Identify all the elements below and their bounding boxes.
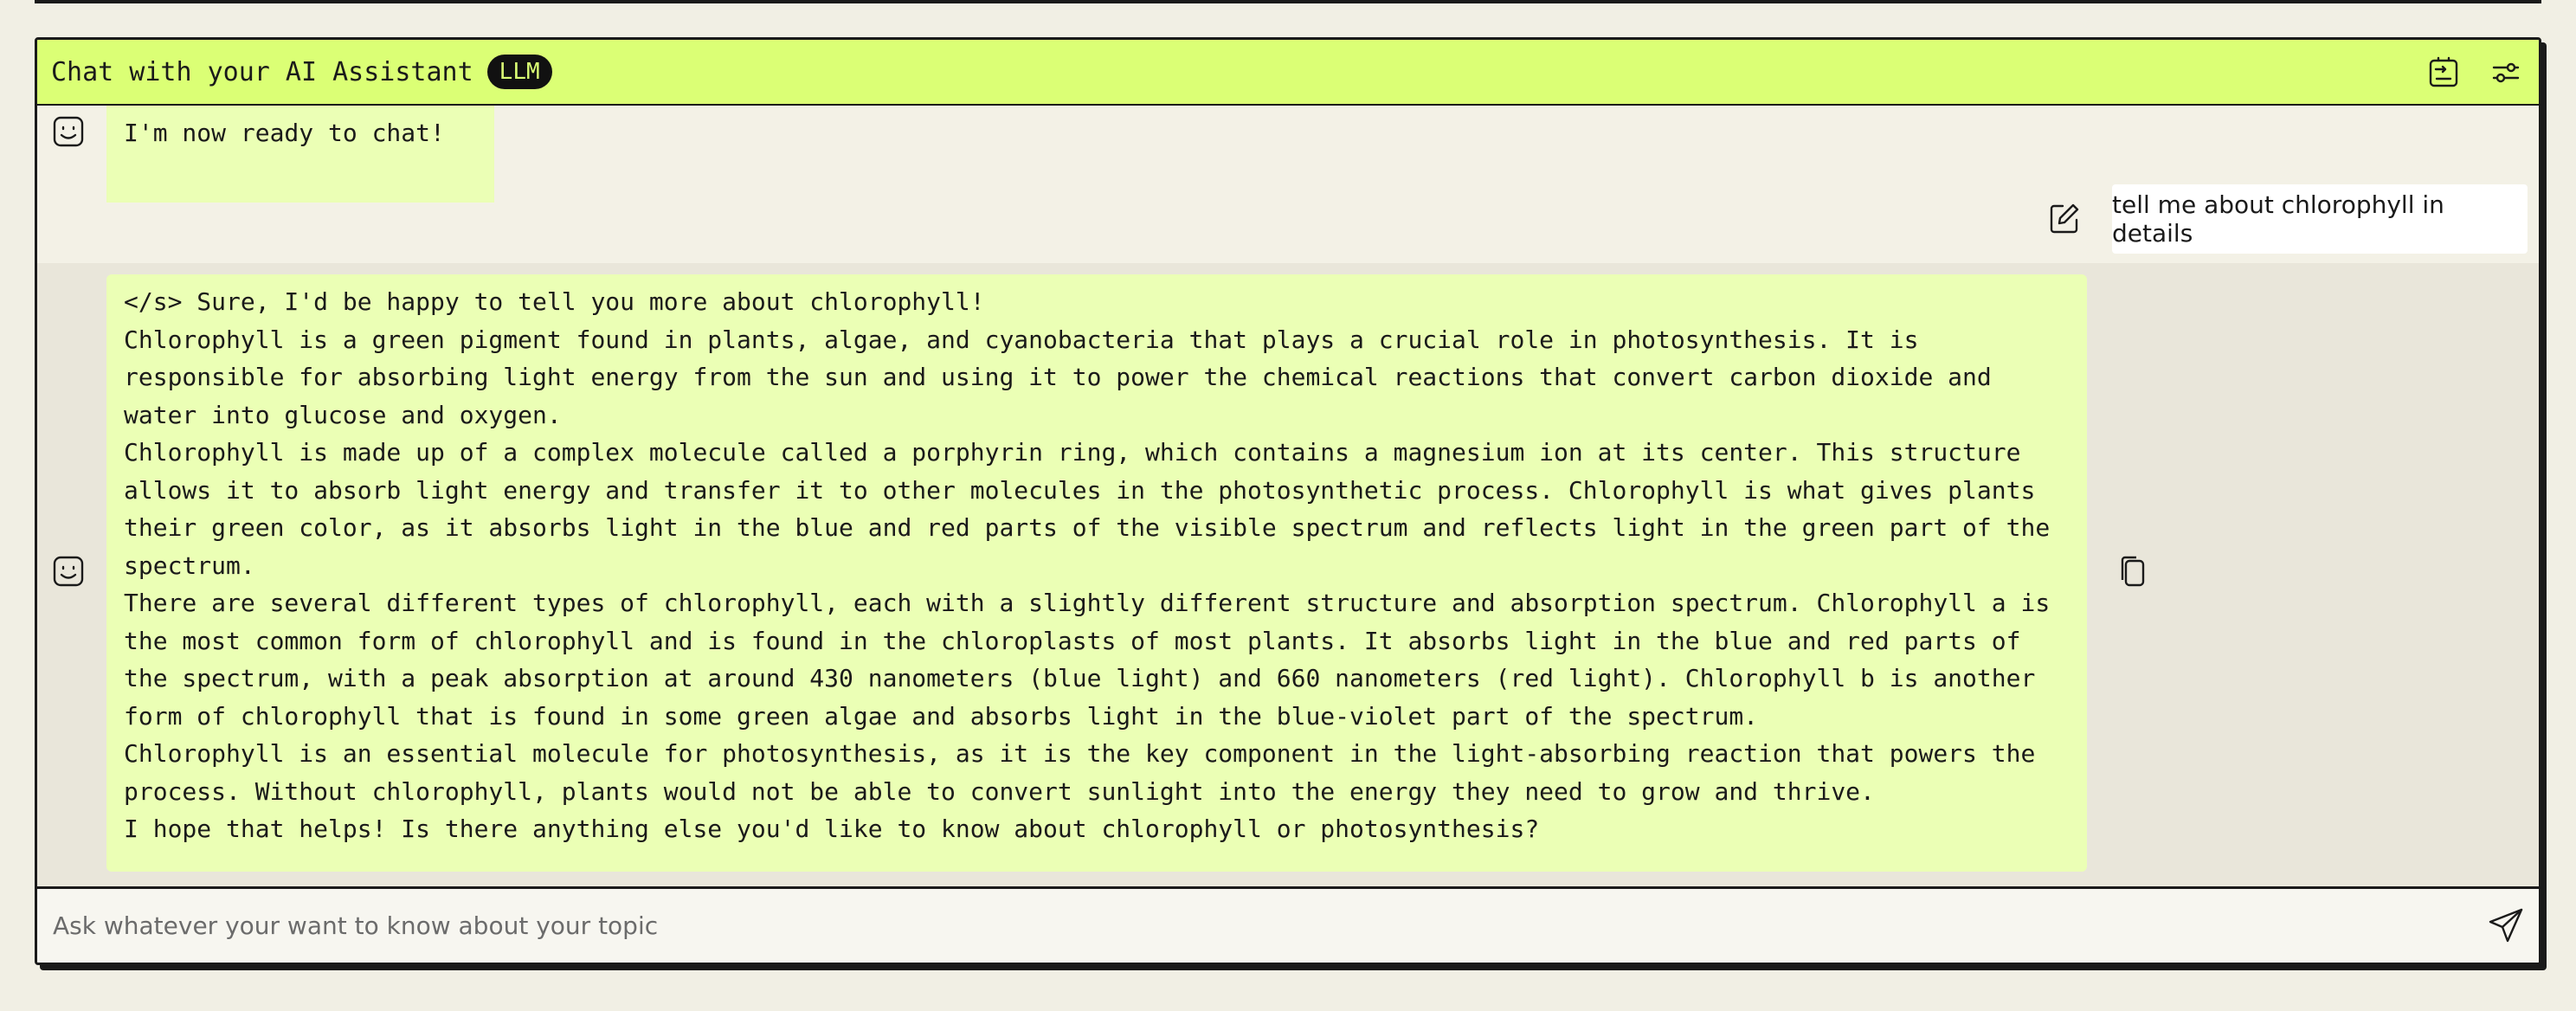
message-paragraph: Chlorophyll is an essential molecule for…	[124, 739, 2051, 806]
message-paragraph: I hope that helps! Is there anything els…	[124, 815, 1540, 843]
message-paragraph: There are several different types of chl…	[124, 589, 2065, 731]
send-icon[interactable]	[2487, 906, 2525, 944]
llm-badge: LLM	[486, 55, 552, 89]
assistant-message-2: </s> Sure, I'd be happy to tell you more…	[106, 274, 2087, 872]
message-paragraph: Chlorophyll is made up of a complex mole…	[124, 438, 2065, 580]
chat-title: Chat with your AI Assistant	[51, 56, 473, 87]
user-message: tell me about chlorophyll in details	[2112, 184, 2528, 254]
settings-sliders-icon[interactable]	[2489, 55, 2523, 90]
assistant-message-1: I'm now ready to chat!	[106, 106, 494, 203]
message-input-bar	[37, 886, 2539, 963]
assistant-avatar-icon	[51, 554, 86, 589]
message-paragraph: Chlorophyll is a green pigment found in …	[124, 325, 2006, 429]
message-paragraph: </s> Sure, I'd be happy to tell you more…	[124, 287, 985, 316]
chat-panel: Chat with your AI Assistant LLM I'm now …	[35, 37, 2541, 965]
message-input[interactable]	[51, 911, 2470, 941]
top-border	[35, 0, 2541, 3]
export-chat-icon[interactable]	[2426, 55, 2461, 90]
edit-message-icon[interactable]	[2047, 201, 2082, 235]
assistant-avatar-icon	[51, 114, 86, 149]
copy-icon[interactable]	[2116, 554, 2150, 589]
chat-header: Chat with your AI Assistant LLM	[37, 40, 2539, 106]
